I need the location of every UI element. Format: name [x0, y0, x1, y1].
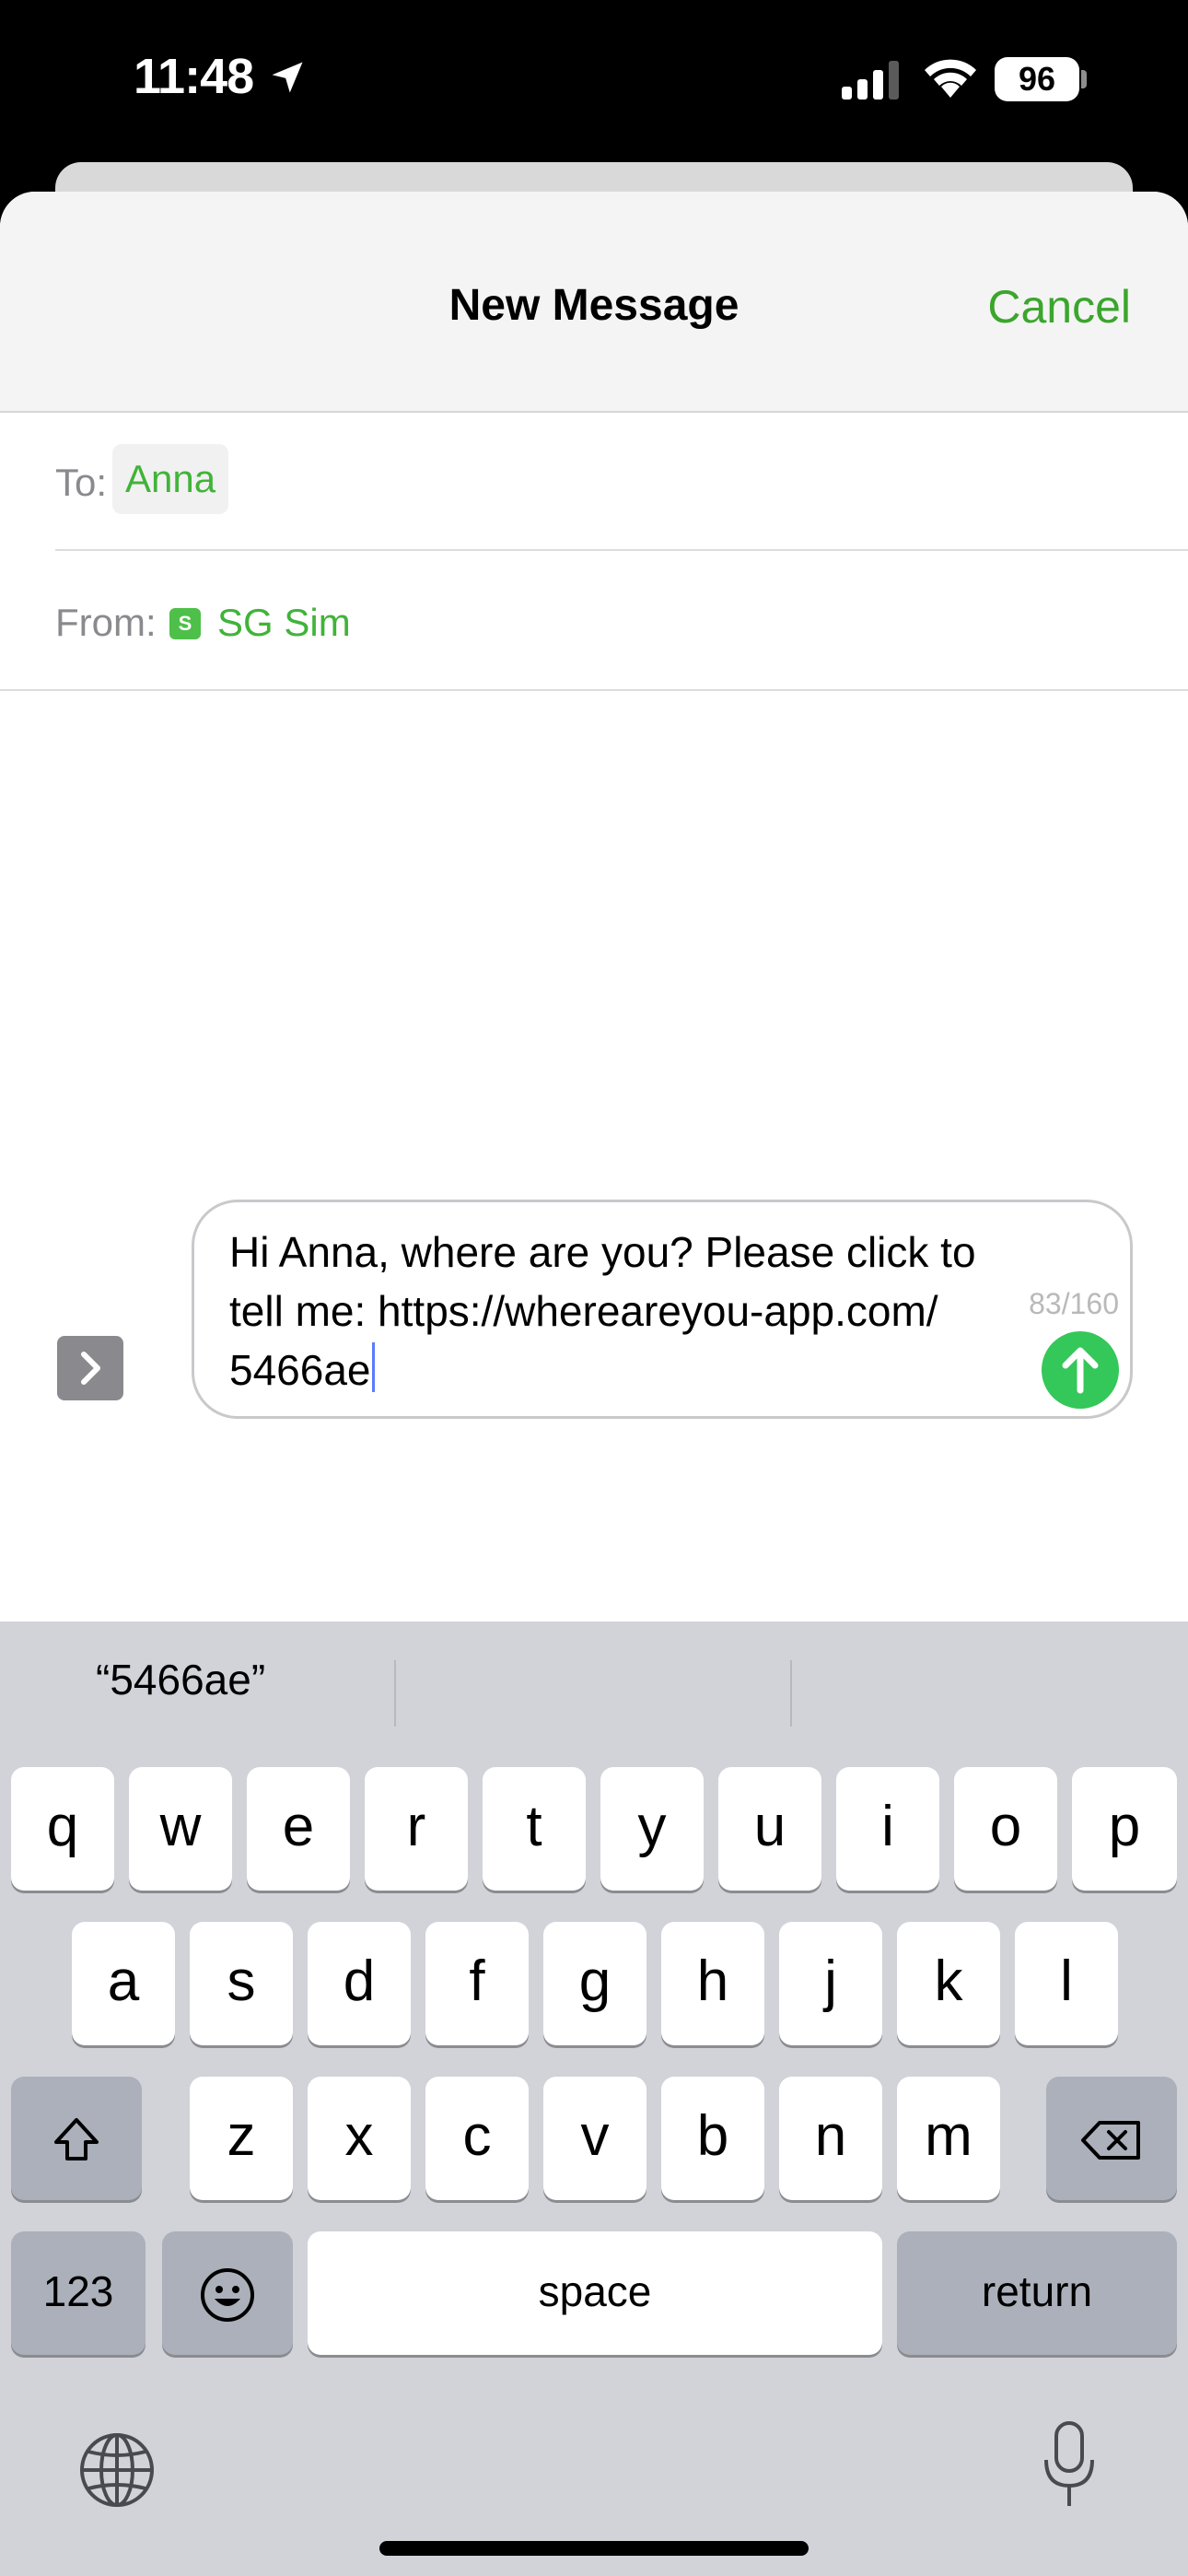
key-o[interactable]: o — [954, 1767, 1057, 1891]
battery-nub — [1081, 70, 1087, 88]
message-input[interactable]: Hi Anna, where are you? Please click to … — [192, 1200, 1133, 1419]
key-q[interactable]: q — [11, 1767, 114, 1891]
message-text: Hi Anna, where are you? Please click to … — [229, 1228, 976, 1394]
numbers-key[interactable]: 123 — [11, 2231, 146, 2355]
space-key[interactable]: space — [308, 2231, 882, 2355]
globe-icon[interactable] — [76, 2429, 158, 2512]
key-j[interactable]: j — [779, 1922, 882, 2045]
key-b[interactable]: b — [661, 2077, 764, 2200]
key-x[interactable]: x — [308, 2077, 411, 2200]
key-y[interactable]: y — [600, 1767, 704, 1891]
return-key[interactable]: return — [897, 2231, 1177, 2355]
home-indicator[interactable] — [379, 2541, 809, 2556]
wifi-icon — [925, 59, 976, 98]
status-bar: 11:48 96 — [0, 0, 1188, 161]
signal-icon — [842, 61, 899, 100]
suggestion-divider — [790, 1660, 792, 1727]
character-count: 83/160 — [1029, 1287, 1119, 1320]
suggestion-1[interactable]: “5466ae” — [96, 1655, 265, 1704]
key-f[interactable]: f — [425, 1922, 529, 2045]
key-d[interactable]: d — [308, 1922, 411, 2045]
cancel-button[interactable]: Cancel — [987, 280, 1131, 334]
key-n[interactable]: n — [779, 2077, 882, 2200]
key-s[interactable]: s — [190, 1922, 293, 2045]
battery-indicator: 96 — [995, 57, 1079, 101]
from-field[interactable]: From: S SG Sim — [0, 551, 1188, 691]
key-e[interactable]: e — [247, 1767, 350, 1891]
key-w[interactable]: w — [129, 1767, 232, 1891]
emoji-key[interactable] — [162, 2231, 293, 2355]
from-label: From: — [55, 601, 157, 644]
send-button[interactable] — [1042, 1331, 1119, 1409]
key-k[interactable]: k — [897, 1922, 1000, 2045]
key-t[interactable]: t — [483, 1767, 586, 1891]
suggestion-bar: “5466ae” — [0, 1622, 1188, 1760]
suggestion-divider — [394, 1660, 396, 1727]
key-a[interactable]: a — [72, 1922, 175, 2045]
key-u[interactable]: u — [718, 1767, 821, 1891]
nav-bar: New Message Cancel — [0, 192, 1188, 413]
key-r[interactable]: r — [365, 1767, 468, 1891]
shift-key[interactable] — [11, 2077, 142, 2200]
to-label: To: — [55, 461, 108, 504]
key-m[interactable]: m — [897, 2077, 1000, 2200]
status-time: 11:48 — [134, 49, 254, 104]
key-z[interactable]: z — [190, 2077, 293, 2200]
expand-apps-button[interactable] — [57, 1336, 123, 1400]
key-v[interactable]: v — [543, 2077, 646, 2200]
delete-icon — [1081, 2120, 1140, 2160]
location-arrow-icon — [272, 62, 303, 93]
sim-name[interactable]: SG Sim — [217, 601, 351, 645]
key-i[interactable]: i — [836, 1767, 939, 1891]
recipient-chip[interactable]: Anna — [112, 444, 229, 514]
key-l[interactable]: l — [1015, 1922, 1118, 2045]
microphone-icon[interactable] — [1041, 2419, 1098, 2512]
chevron-right-icon — [81, 1352, 100, 1385]
key-g[interactable]: g — [543, 1922, 646, 2045]
key-h[interactable]: h — [661, 1922, 764, 2045]
delete-key[interactable] — [1046, 2077, 1177, 2200]
key-c[interactable]: c — [425, 2077, 529, 2200]
shift-icon — [54, 2117, 99, 2160]
key-p[interactable]: p — [1072, 1767, 1177, 1891]
text-caret — [371, 1342, 375, 1392]
to-field[interactable]: To: Anna — [55, 413, 1188, 551]
sim-badge: S — [169, 608, 201, 639]
send-arrow-icon — [1062, 1347, 1099, 1394]
emoji-icon — [201, 2267, 254, 2322]
